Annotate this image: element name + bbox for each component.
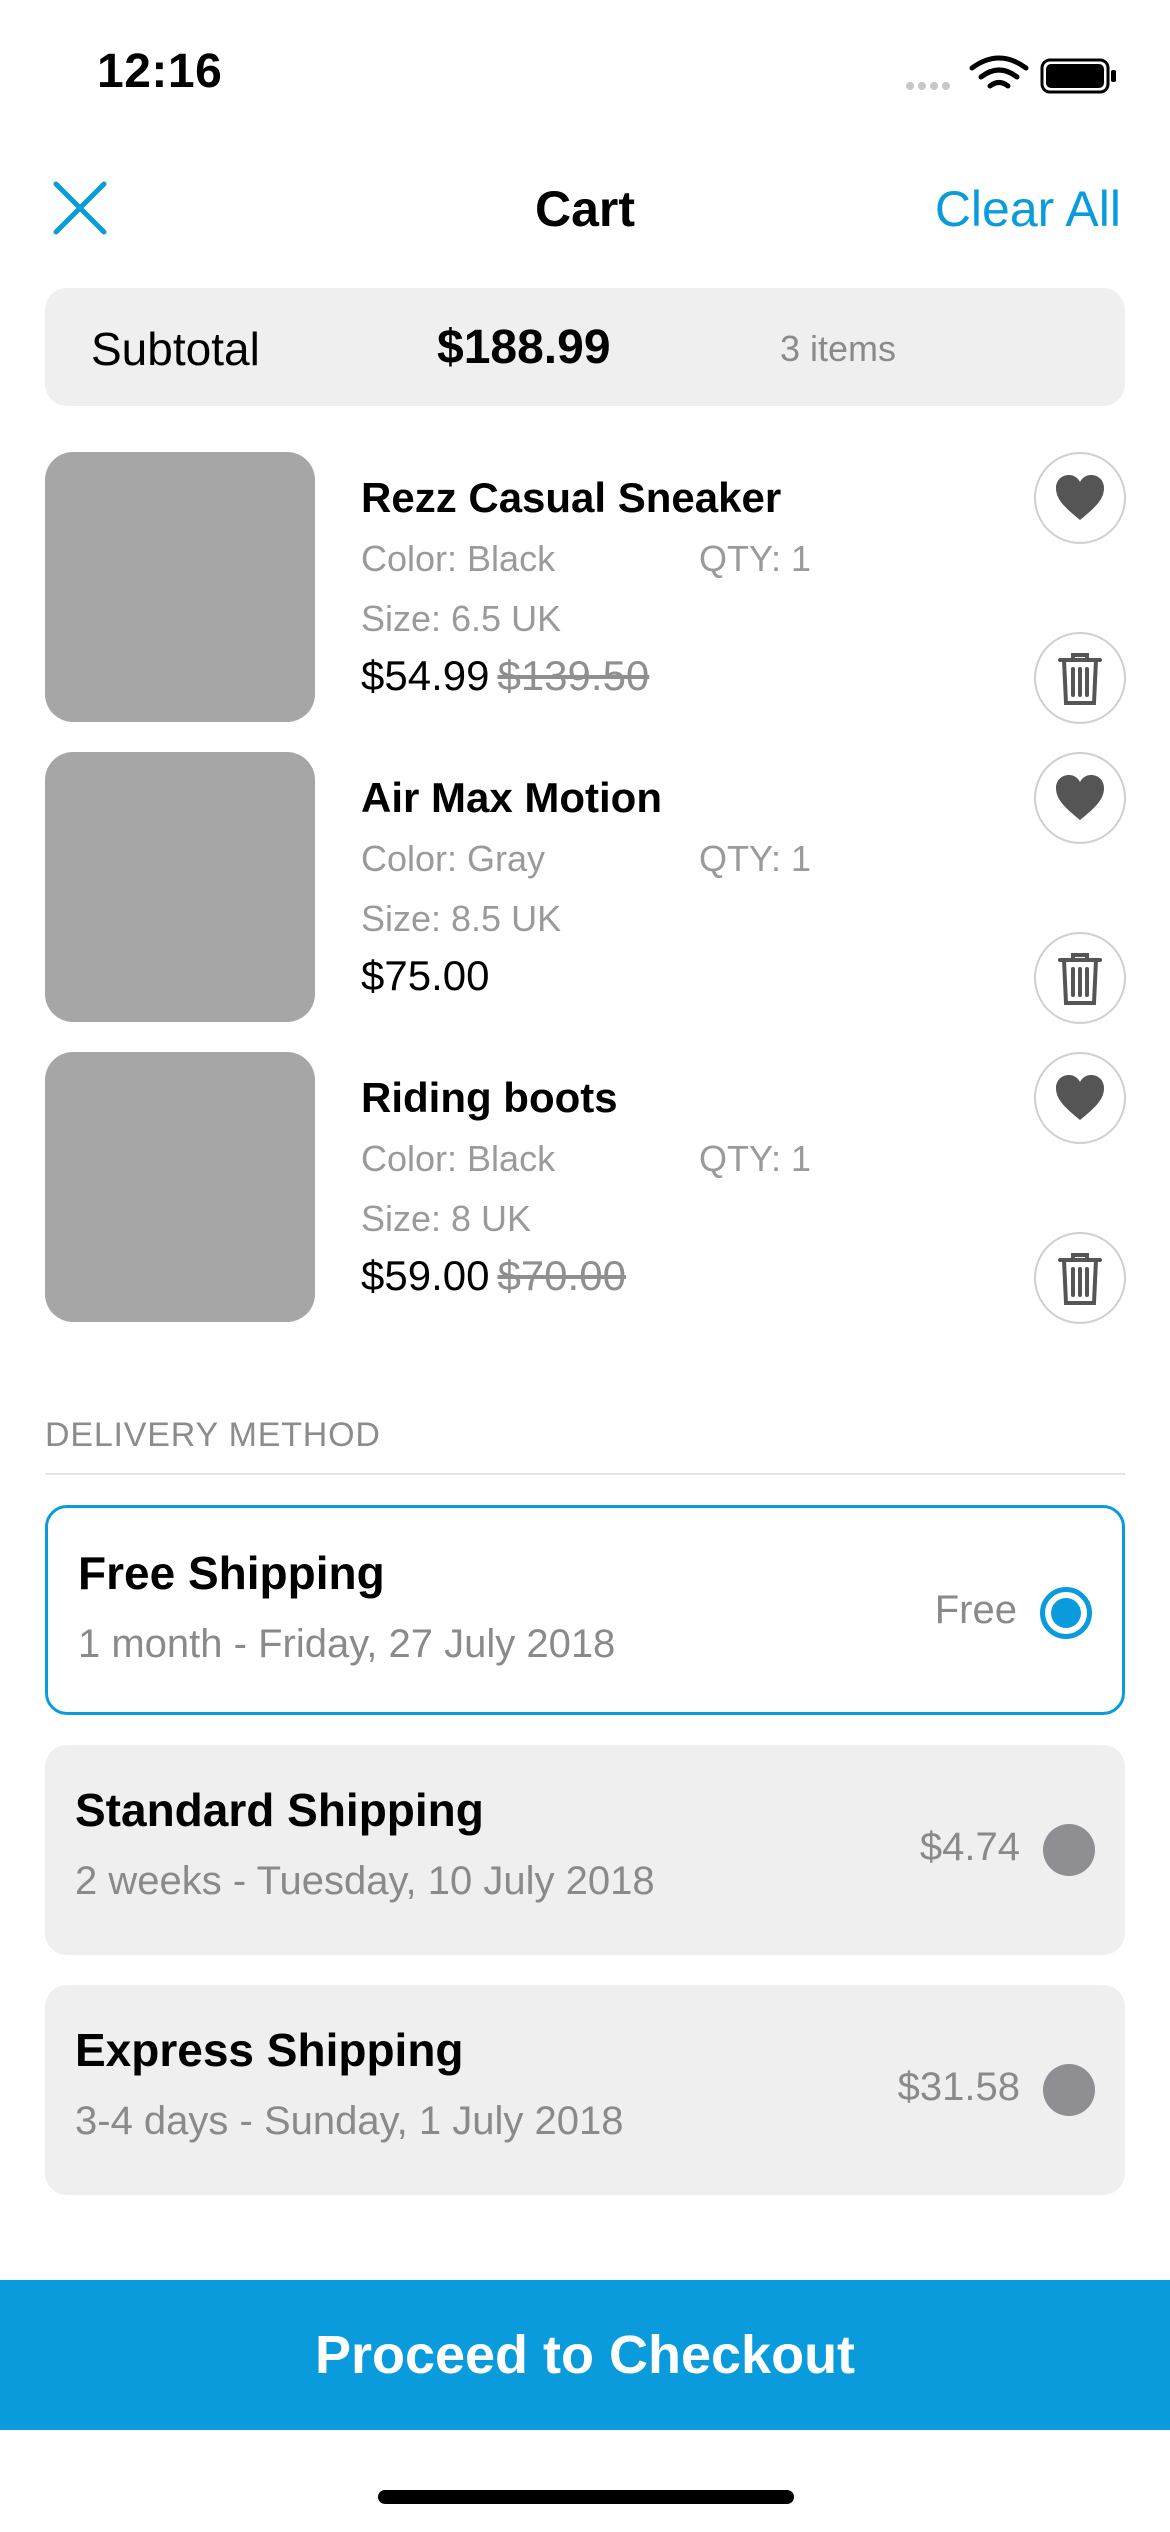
product-qty: QTY: 1 bbox=[699, 838, 812, 879]
shipping-price: $31.58 bbox=[897, 2065, 1020, 2109]
favorite-button[interactable] bbox=[1034, 1052, 1126, 1144]
shipping-eta: 1 month - Friday, 27 July 2018 bbox=[78, 1622, 616, 1666]
shipping-eta: 2 weeks - Tuesday, 10 July 2018 bbox=[75, 1859, 655, 1903]
trash-icon bbox=[1058, 1253, 1102, 1305]
radio-unselected[interactable] bbox=[1043, 2064, 1095, 2116]
clear-all-button[interactable]: Clear All bbox=[935, 180, 1121, 238]
product-image[interactable] bbox=[45, 752, 315, 1022]
trash-icon bbox=[1058, 953, 1102, 1005]
product-old-price: $139.50 bbox=[497, 652, 650, 699]
checkout-button[interactable]: Proceed to Checkout bbox=[0, 2280, 1170, 2430]
product-color: Color: Gray bbox=[361, 838, 546, 879]
radio-unselected[interactable] bbox=[1043, 1824, 1095, 1876]
heart-icon bbox=[1056, 775, 1104, 820]
shipping-title: Free Shipping bbox=[78, 1547, 385, 1599]
product-size: Size: 6.5 UK bbox=[361, 598, 562, 639]
divider bbox=[45, 1473, 1125, 1475]
subtotal-label: Subtotal bbox=[91, 323, 260, 375]
product-price: $75.00 bbox=[361, 952, 490, 999]
product-qty: QTY: 1 bbox=[699, 538, 812, 579]
battery-icon bbox=[1040, 58, 1116, 94]
product-qty: QTY: 1 bbox=[699, 1138, 812, 1179]
subtotal-bar: Subtotal $188.99 3 items bbox=[45, 288, 1125, 406]
delete-button[interactable] bbox=[1034, 1232, 1126, 1324]
product-price-row: $59.00 $70.00 bbox=[361, 1252, 626, 1300]
item-count: 3 items bbox=[780, 328, 897, 369]
delete-button[interactable] bbox=[1034, 932, 1126, 1024]
heart-icon bbox=[1056, 475, 1104, 520]
product-name: Riding boots bbox=[361, 1074, 618, 1121]
product-old-price: $70.00 bbox=[497, 1252, 626, 1299]
delete-button[interactable] bbox=[1034, 632, 1126, 724]
product-price: $54.99 bbox=[361, 652, 490, 699]
favorite-button[interactable] bbox=[1034, 452, 1126, 544]
shipping-eta: 3-4 days - Sunday, 1 July 2018 bbox=[75, 2099, 624, 2143]
shipping-title: Express Shipping bbox=[75, 2024, 464, 2076]
shipping-title: Standard Shipping bbox=[75, 1784, 484, 1836]
shipping-option-free[interactable]: Free Shipping 1 month - Friday, 27 July … bbox=[45, 1505, 1125, 1715]
cart-item: Riding boots Color: Black QTY: 1 Size: 8… bbox=[45, 1052, 1126, 1324]
product-size: Size: 8.5 UK bbox=[361, 898, 562, 939]
trash-icon bbox=[1058, 653, 1102, 705]
heart-icon bbox=[1056, 1075, 1104, 1120]
product-price-row: $75.00 bbox=[361, 952, 489, 1000]
product-name: Rezz Casual Sneaker bbox=[361, 474, 782, 521]
home-indicator[interactable] bbox=[378, 2490, 794, 2504]
product-color: Color: Black bbox=[361, 538, 556, 579]
wifi-icon bbox=[969, 55, 1029, 89]
subtotal-value: $188.99 bbox=[437, 321, 611, 374]
shipping-price: $4.74 bbox=[919, 1825, 1020, 1869]
shipping-price: Free bbox=[934, 1588, 1017, 1632]
radio-selected[interactable] bbox=[1040, 1587, 1092, 1639]
cart-item: Rezz Casual Sneaker Color: Black QTY: 1 … bbox=[45, 452, 1126, 724]
product-size: Size: 8 UK bbox=[361, 1198, 532, 1239]
delivery-method-header: DELIVERY METHOD bbox=[45, 1416, 381, 1454]
cart-item: Air Max Motion Color: Gray QTY: 1 Size: … bbox=[45, 752, 1126, 1024]
shipping-option-express[interactable]: Express Shipping 3-4 days - Sunday, 1 Ju… bbox=[45, 1985, 1125, 2195]
favorite-button[interactable] bbox=[1034, 752, 1126, 844]
product-price: $59.00 bbox=[361, 1252, 490, 1299]
status-icons bbox=[902, 50, 1122, 102]
shipping-option-standard[interactable]: Standard Shipping 2 weeks - Tuesday, 10 … bbox=[45, 1745, 1125, 1955]
status-time: 12:16 bbox=[97, 45, 223, 98]
product-name: Air Max Motion bbox=[361, 774, 662, 821]
product-price-row: $54.99 $139.50 bbox=[361, 652, 649, 700]
product-color: Color: Black bbox=[361, 1138, 556, 1179]
signal-icon bbox=[906, 82, 950, 90]
product-image[interactable] bbox=[45, 1052, 315, 1322]
product-image[interactable] bbox=[45, 452, 315, 722]
